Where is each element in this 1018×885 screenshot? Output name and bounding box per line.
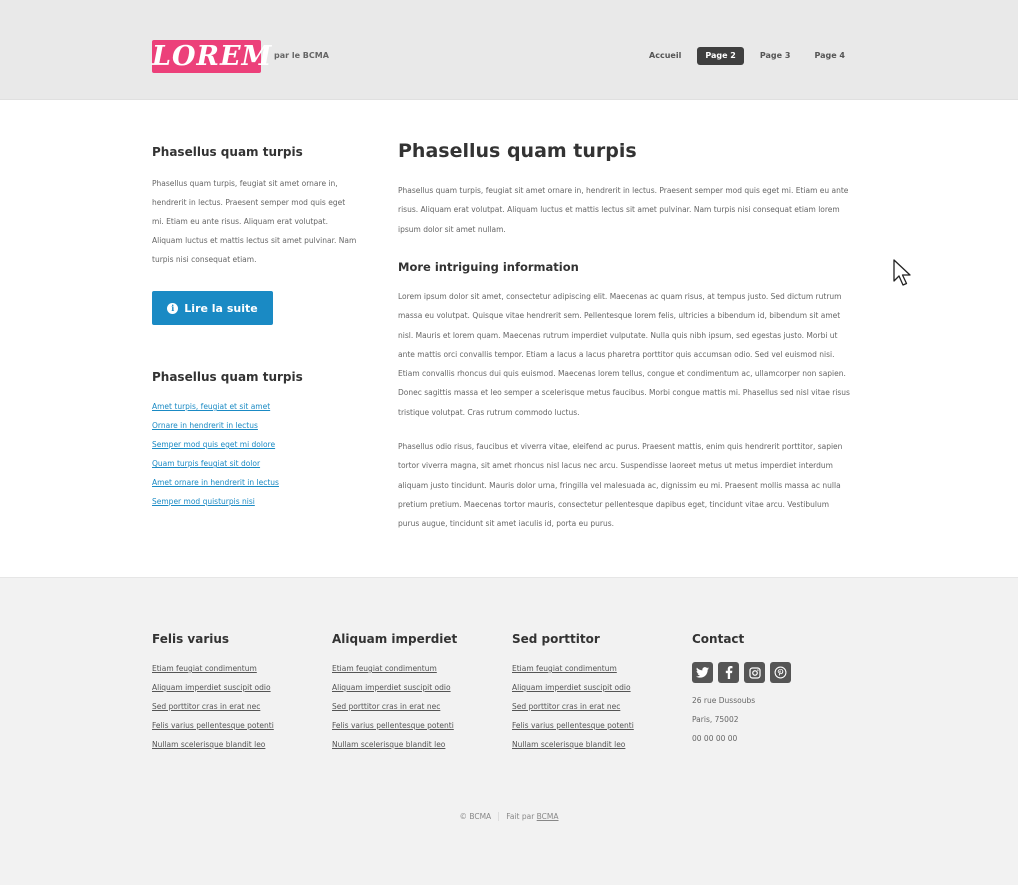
list-item: Etiam feugiat condimentum <box>332 662 502 681</box>
footer-contact: Contact 26 rue Dussoubs Paris, 75002 00 … <box>692 632 862 748</box>
sidebar-link-list: Amet turpis, feugiat et sit amet Ornare … <box>152 400 279 514</box>
article-subtitle: More intriguing information <box>398 260 579 274</box>
copyright-text: © BCMA <box>459 812 500 821</box>
info-icon: i <box>167 302 179 314</box>
list-item: Aliquam imperdiet suscipit odio <box>332 681 502 700</box>
main-nav: Accueil Page 2 Page 3 Page 4 <box>641 47 853 65</box>
article-intro: Phasellus quam turpis, feugiat sit amet … <box>398 186 849 234</box>
sidebar-link[interactable]: Amet ornare in hendrerit in lectus <box>152 478 279 487</box>
footer-link[interactable]: Etiam feugiat condimentum <box>512 664 617 673</box>
list-item: Nullam scelerisque blandit leo <box>512 738 682 757</box>
list-item: Sed porttitor cras in erat nec <box>152 700 322 719</box>
list-item: Quam turpis feugiat sit dolor <box>152 457 279 476</box>
site-footer: Felis varius Etiam feugiat condimentum A… <box>0 579 1018 885</box>
list-item: Sed porttitor cras in erat nec <box>512 700 682 719</box>
site-logo[interactable]: LOREM <box>152 40 271 73</box>
list-item: Semper mod quisturpis nisi <box>152 495 279 514</box>
footer-link[interactable]: Nullam scelerisque blandit leo <box>512 740 625 749</box>
nav-item-page-2[interactable]: Page 2 <box>697 47 744 65</box>
list-item: Sed porttitor cras in erat nec <box>332 700 502 719</box>
nav-item-accueil[interactable]: Accueil <box>641 47 689 65</box>
site-header: LOREM par le BCMA Accueil Page 2 Page 3 … <box>0 0 1018 100</box>
site-tagline: par le BCMA <box>274 51 329 60</box>
list-item: Felis varius pellentesque potenti <box>512 719 682 738</box>
article-title: Phasellus quam turpis <box>398 140 637 162</box>
copyright-bar: © BCMA Fait par BCMA <box>0 812 1018 821</box>
list-item: Amet ornare in hendrerit in lectus <box>152 476 279 495</box>
footer-column-title: Felis varius <box>152 632 230 646</box>
list-item: Amet turpis, feugiat et sit amet <box>152 400 279 419</box>
contact-address: 26 rue Dussoubs Paris, 75002 00 00 00 00 <box>692 691 862 748</box>
footer-link[interactable]: Nullam scelerisque blandit leo <box>152 740 265 749</box>
made-by-link[interactable]: BCMA <box>537 812 559 821</box>
address-street: 26 rue Dussoubs <box>692 696 756 705</box>
footer-link[interactable]: Sed porttitor cras in erat nec <box>512 702 620 711</box>
sidebar-link[interactable]: Quam turpis feugiat sit dolor <box>152 459 260 468</box>
made-by-prefix: Fait par <box>506 812 535 821</box>
read-more-label: Lire la suite <box>184 301 258 315</box>
footer-link[interactable]: Felis varius pellentesque potenti <box>512 721 634 730</box>
footer-column: Aliquam imperdiet Etiam feugiat condimen… <box>332 632 502 757</box>
sidebar-link[interactable]: Semper mod quisturpis nisi <box>152 497 255 506</box>
footer-link[interactable]: Aliquam imperdiet suscipit odio <box>332 683 451 692</box>
footer-column-title: Aliquam imperdiet <box>332 632 458 646</box>
sidebar-title: Phasellus quam turpis <box>152 145 303 159</box>
footer-column-title: Sed porttitor <box>512 632 600 646</box>
sidebar-link[interactable]: Ornare in hendrerit in lectus <box>152 421 258 430</box>
footer-link[interactable]: Felis varius pellentesque potenti <box>332 721 454 730</box>
article-paragraph-2: Phasellus odio risus, faucibus et viverr… <box>398 442 843 529</box>
list-item: Aliquam imperdiet suscipit odio <box>512 681 682 700</box>
footer-link[interactable]: Felis varius pellentesque potenti <box>152 721 274 730</box>
list-item: Semper mod quis eget mi dolore <box>152 438 279 457</box>
address-phone: 00 00 00 00 <box>692 734 738 743</box>
main-section: Phasellus quam turpis Phasellus quam tur… <box>0 100 1018 578</box>
footer-column: Sed porttitor Etiam feugiat condimentum … <box>512 632 682 757</box>
address-city: Paris, 75002 <box>692 715 739 724</box>
nav-item-page-4[interactable]: Page 4 <box>806 47 853 65</box>
instagram-icon[interactable] <box>744 662 765 683</box>
sidebar-text: Phasellus quam turpis, feugiat sit amet … <box>152 179 357 264</box>
list-item: Etiam feugiat condimentum <box>152 662 322 681</box>
footer-link[interactable]: Etiam feugiat condimentum <box>332 664 437 673</box>
footer-column: Felis varius Etiam feugiat condimentum A… <box>152 632 322 757</box>
footer-link[interactable]: Sed porttitor cras in erat nec <box>152 702 260 711</box>
list-item: Felis varius pellentesque potenti <box>152 719 322 738</box>
footer-link[interactable]: Aliquam imperdiet suscipit odio <box>512 683 631 692</box>
contact-title: Contact <box>692 632 745 646</box>
made-by: Fait par BCMA <box>499 812 558 821</box>
list-item: Ornare in hendrerit in lectus <box>152 419 279 438</box>
sidebar-links-title: Phasellus quam turpis <box>152 370 303 384</box>
list-item: Aliquam imperdiet suscipit odio <box>152 681 322 700</box>
list-item: Nullam scelerisque blandit leo <box>152 738 322 757</box>
nav-item-page-3[interactable]: Page 3 <box>752 47 799 65</box>
read-more-button[interactable]: i Lire la suite <box>152 291 273 325</box>
footer-link[interactable]: Etiam feugiat condimentum <box>152 664 257 673</box>
footer-link[interactable]: Sed porttitor cras in erat nec <box>332 702 440 711</box>
list-item: Nullam scelerisque blandit leo <box>332 738 502 757</box>
sidebar-link[interactable]: Semper mod quis eget mi dolore <box>152 440 275 449</box>
list-item: Etiam feugiat condimentum <box>512 662 682 681</box>
footer-link-list: Etiam feugiat condimentum Aliquam imperd… <box>512 662 682 757</box>
article-paragraph-1: Lorem ipsum dolor sit amet, consectetur … <box>398 292 850 417</box>
twitter-icon[interactable] <box>692 662 713 683</box>
footer-link[interactable]: Aliquam imperdiet suscipit odio <box>152 683 271 692</box>
sidebar-link[interactable]: Amet turpis, feugiat et sit amet <box>152 402 270 411</box>
footer-link-list: Etiam feugiat condimentum Aliquam imperd… <box>152 662 322 757</box>
pinterest-icon[interactable] <box>770 662 791 683</box>
facebook-icon[interactable] <box>718 662 739 683</box>
mouse-cursor-icon <box>893 259 911 286</box>
list-item: Felis varius pellentesque potenti <box>332 719 502 738</box>
footer-link[interactable]: Nullam scelerisque blandit leo <box>332 740 445 749</box>
social-links <box>692 662 862 683</box>
footer-link-list: Etiam feugiat condimentum Aliquam imperd… <box>332 662 502 757</box>
